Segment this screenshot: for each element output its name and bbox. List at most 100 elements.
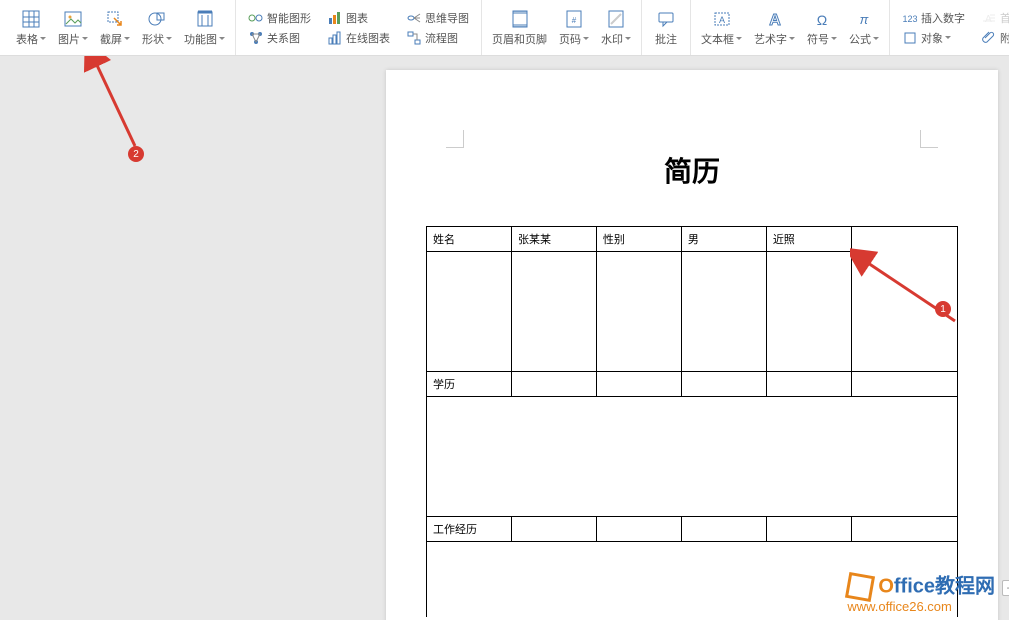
table-cell[interactable] xyxy=(851,517,957,542)
relation-button[interactable]: 关系图 xyxy=(244,28,315,48)
wordart-button[interactable]: A 艺术字 xyxy=(748,0,801,55)
object-button[interactable]: 对象 xyxy=(898,28,969,48)
dropdown-icon xyxy=(625,37,631,40)
margin-mark-icon xyxy=(920,130,938,148)
symbol-icon: Ω xyxy=(812,9,832,29)
online-chart-label: 在线图表 xyxy=(346,30,390,46)
screenshot-label: 截屏 xyxy=(100,31,122,47)
chart-label: 图表 xyxy=(346,10,368,26)
table-cell[interactable] xyxy=(681,252,766,372)
table-cell[interactable]: 学历 xyxy=(427,372,512,397)
dropcap-button: A 首字下沉 xyxy=(977,8,1009,28)
attachment-button[interactable]: 附件 xyxy=(977,28,1009,48)
table-cell[interactable] xyxy=(596,252,681,372)
ribbon-toolbar: 表格 图片 截屏 形状 功能图 xyxy=(0,0,1009,56)
shape-label: 形状 xyxy=(142,31,164,47)
table-cell[interactable]: 男 xyxy=(681,227,766,252)
document-page[interactable]: 简历 姓名 张某某 性别 男 近照 学历 xyxy=(386,70,998,620)
table-cell-photo[interactable] xyxy=(851,227,957,372)
wordart-icon: A xyxy=(765,9,785,29)
chart-button[interactable]: 图表 xyxy=(323,8,394,28)
dropdown-icon xyxy=(945,36,951,39)
mindmap-button[interactable]: 思维导图 xyxy=(402,8,473,28)
add-row-button[interactable]: + xyxy=(1002,580,1009,596)
document-title: 简历 xyxy=(426,150,958,190)
picture-icon xyxy=(63,9,83,29)
header-footer-icon xyxy=(510,9,530,29)
header-footer-button[interactable]: 页眉和页脚 xyxy=(486,0,553,55)
dropdown-icon xyxy=(82,37,88,40)
insert-number-button[interactable]: 123 插入数字 xyxy=(898,8,969,28)
function-chart-button[interactable]: 功能图 xyxy=(178,0,231,55)
flowchart-button[interactable]: 流程图 xyxy=(402,28,473,48)
shape-button[interactable]: 形状 xyxy=(136,0,178,55)
table-cell[interactable] xyxy=(596,517,681,542)
textbox-button[interactable]: A 文本框 xyxy=(695,0,748,55)
table-cell[interactable]: 性别 xyxy=(596,227,681,252)
relation-icon xyxy=(248,30,264,46)
watermark-label: 水印 xyxy=(601,31,623,47)
textbox-icon: A xyxy=(712,9,732,29)
document-canvas[interactable]: ▾ ✥ 简历 姓名 张某某 性别 男 近照 学历 xyxy=(0,56,1009,620)
picture-button[interactable]: 图片 xyxy=(52,0,94,55)
comment-button[interactable]: 批注 xyxy=(646,0,686,55)
resume-table[interactable]: 姓名 张某某 性别 男 近照 学历 xyxy=(426,226,958,617)
relation-label: 关系图 xyxy=(267,30,300,46)
table-row[interactable]: 学历 xyxy=(427,372,958,397)
object-icon xyxy=(902,30,918,46)
svg-text:A: A xyxy=(769,12,781,29)
dropcap-label: 首字下沉 xyxy=(1000,10,1009,26)
flowchart-icon xyxy=(406,30,422,46)
table-cell[interactable] xyxy=(511,517,596,542)
comment-label: 批注 xyxy=(655,31,677,47)
page-number-button[interactable]: # 页码 xyxy=(553,0,595,55)
table-cell[interactable]: 工作经历 xyxy=(427,517,512,542)
table-cell[interactable] xyxy=(511,252,596,372)
table-row[interactable] xyxy=(427,397,958,517)
table-row[interactable]: 工作经历 xyxy=(427,517,958,542)
table-cell[interactable] xyxy=(681,517,766,542)
comment-icon xyxy=(656,9,676,29)
smart-shape-button[interactable]: 智能图形 xyxy=(244,8,315,28)
toolbar-group-page: 页眉和页脚 # 页码 水印 xyxy=(482,0,642,55)
table-cell[interactable] xyxy=(596,372,681,397)
annotation-badge: 1 xyxy=(935,301,951,317)
table-cell[interactable] xyxy=(766,252,851,372)
svg-text:#: # xyxy=(572,16,577,25)
table-cell[interactable]: 姓名 xyxy=(427,227,512,252)
dropcap-icon: A xyxy=(981,10,997,26)
insert-number-label: 插入数字 xyxy=(921,10,965,26)
toolbar-group-text: A 文本框 A 艺术字 Ω 符号 π 公式 xyxy=(691,0,890,55)
online-chart-button[interactable]: 在线图表 xyxy=(323,28,394,48)
attachment-label: 附件 xyxy=(1000,30,1009,46)
watermark-button[interactable]: 水印 xyxy=(595,0,637,55)
mindmap-icon xyxy=(406,10,422,26)
dropdown-icon xyxy=(219,37,225,40)
attachment-icon xyxy=(981,30,997,46)
dropdown-icon xyxy=(831,37,837,40)
smart-shape-icon xyxy=(248,10,264,26)
toolbar-group-misc: A 首字下沉 附件 123 插入数字 对象 xyxy=(890,0,1009,55)
dropdown-icon xyxy=(873,37,879,40)
screenshot-button[interactable]: 截屏 xyxy=(94,0,136,55)
svg-text:π: π xyxy=(860,12,869,27)
table-button[interactable]: 表格 xyxy=(10,0,52,55)
table-cell[interactable]: 近照 xyxy=(766,227,851,252)
dropdown-icon xyxy=(583,37,589,40)
table-cell[interactable] xyxy=(851,372,957,397)
table-row[interactable]: 姓名 张某某 性别 男 近照 xyxy=(427,227,958,252)
table-cell[interactable] xyxy=(766,517,851,542)
table-cell[interactable] xyxy=(766,372,851,397)
table-cell[interactable]: 张某某 xyxy=(511,227,596,252)
smart-shape-label: 智能图形 xyxy=(267,10,311,26)
function-chart-icon xyxy=(195,9,215,29)
formula-button[interactable]: π 公式 xyxy=(843,0,885,55)
table-cell[interactable] xyxy=(427,252,512,372)
page-number-label: 页码 xyxy=(559,31,581,47)
table-cell[interactable] xyxy=(681,372,766,397)
table-cell[interactable] xyxy=(511,372,596,397)
symbol-button[interactable]: Ω 符号 xyxy=(801,0,843,55)
svg-text:A: A xyxy=(718,15,724,25)
page-number-icon: # xyxy=(564,9,584,29)
table-cell[interactable] xyxy=(427,397,958,517)
